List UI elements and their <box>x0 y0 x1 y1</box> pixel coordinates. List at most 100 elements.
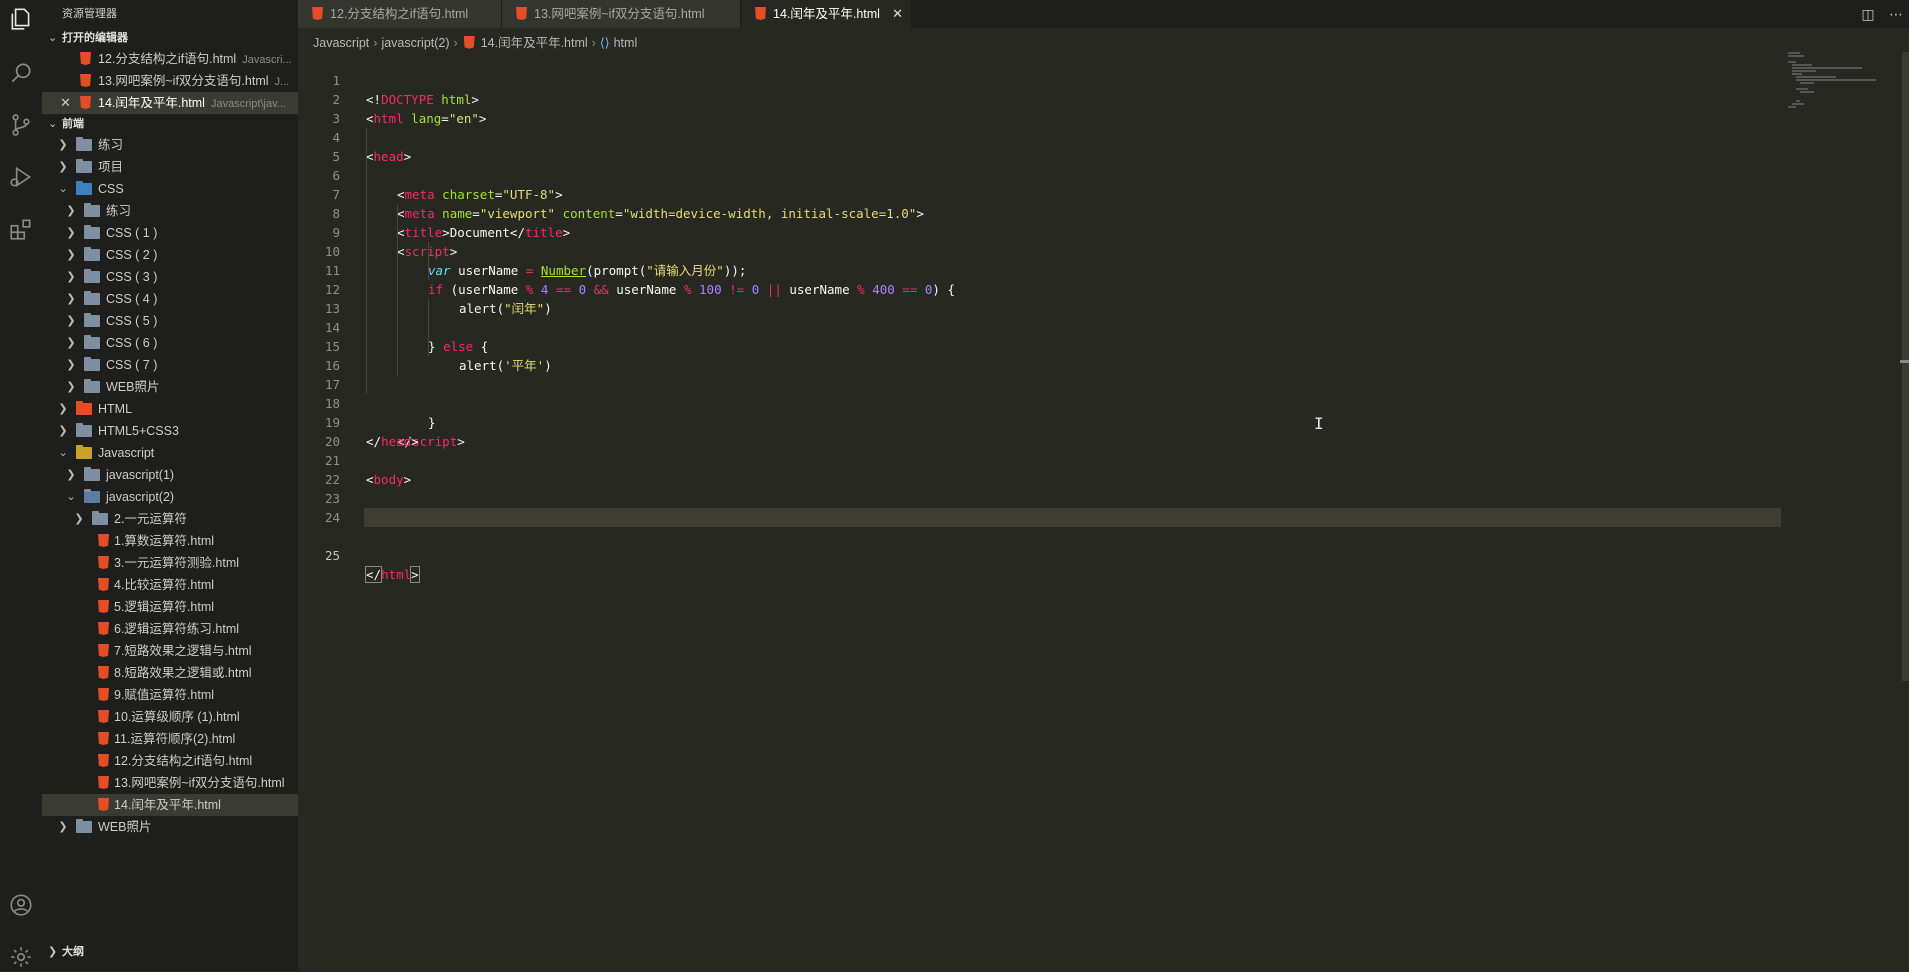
chevron-right-icon: ❯ <box>58 161 68 173</box>
tree-folder[interactable]: ⌄ CSS <box>42 178 298 200</box>
code-token: } <box>428 415 436 430</box>
tree-file[interactable]: 12.分支结构之if语句.html <box>42 750 298 772</box>
tree-file[interactable]: 9.赋值运算符.html <box>42 684 298 706</box>
tree-folder[interactable]: ❯ CSS ( 2 ) <box>42 244 298 266</box>
tree-folder[interactable]: ❯ CSS ( 1 ) <box>42 222 298 244</box>
tree-label: CSS ( 5 ) <box>106 314 158 328</box>
chevron-right-icon: ❯ <box>66 271 76 283</box>
tree-label: 9.赋值运算符.html <box>114 688 215 702</box>
code-token: > <box>916 206 924 221</box>
open-editor-item-active[interactable]: ✕ 14.闰年及平年.html Javascript\jav... <box>42 92 298 114</box>
tree-file-active[interactable]: 14.闰年及平年.html <box>42 794 298 816</box>
code-token: "en" <box>448 111 479 126</box>
tree-folder[interactable]: ❯ 练习 <box>42 134 298 156</box>
tree-file[interactable]: 7.短路效果之逻辑与.html <box>42 640 298 662</box>
text-cursor-icon: I <box>1314 414 1324 433</box>
run-debug-icon[interactable] <box>6 162 36 192</box>
tree-folder[interactable]: ❯ 2.一元运算符 <box>42 508 298 530</box>
open-editor-item[interactable]: 13.网吧案例~if双分支语句.html J... <box>42 70 298 92</box>
breadcrumb-item[interactable]: Javascript <box>313 33 369 53</box>
code-line: 21 <body> <box>298 432 411 487</box>
tree-file[interactable]: 1.算数运算符.html <box>42 530 298 552</box>
code-line: 14 alert('平年') <box>298 299 552 373</box>
tree-label: HTML5+CSS3 <box>98 424 179 438</box>
tree-file[interactable]: 3.一元运算符测验.html <box>42 552 298 574</box>
code-token: 400 <box>872 282 895 297</box>
close-tab-icon[interactable]: ✕ <box>892 0 903 28</box>
code-token: 100 <box>699 282 722 297</box>
tree-label: WEB照片 <box>98 820 152 834</box>
tree-label: CSS ( 3 ) <box>106 270 158 284</box>
tab-editor[interactable]: 13.网吧案例~if双分支语句.html <box>502 0 741 28</box>
minimap[interactable] <box>1786 52 1906 112</box>
breadcrumb-item[interactable]: 14.闰年及平年.html <box>481 33 588 53</box>
code-token: > <box>562 225 571 240</box>
tab-editor-active[interactable]: 14.闰年及平年.html ✕ <box>741 0 912 28</box>
folder-icon <box>84 269 100 283</box>
tree-folder[interactable]: ⌄ Javascript <box>42 442 298 464</box>
source-control-icon[interactable] <box>6 110 36 140</box>
outline-header[interactable]: ❯ 大纲 <box>42 942 298 962</box>
search-icon[interactable] <box>6 58 36 88</box>
tree-file[interactable]: 11.运算符顺序(2).html <box>42 728 298 750</box>
tree-file[interactable]: 8.短路效果之逻辑或.html <box>42 662 298 684</box>
breadcrumb-item[interactable]: html <box>614 33 638 53</box>
code-line: 15 <box>298 318 429 354</box>
chevron-down-icon: ⌄ <box>58 447 68 459</box>
chevron-right-icon: › <box>591 35 596 50</box>
tree-file[interactable]: 5.逻辑运算符.html <box>42 596 298 618</box>
code-token: userName <box>781 282 858 297</box>
code-line: 4 <head> <box>298 109 411 164</box>
folder-open-icon <box>84 489 100 503</box>
split-editor-icon[interactable]: ◫ <box>1858 4 1878 24</box>
tree-folder[interactable]: ❯ HTML <box>42 398 298 420</box>
code-token: title <box>404 225 443 240</box>
tree-file[interactable]: 6.逻辑运算符练习.html <box>42 618 298 640</box>
chevron-right-icon: ❯ <box>66 359 76 371</box>
chevron-down-icon: ⌄ <box>48 118 58 130</box>
tree-folder[interactable]: ❯ CSS ( 3 ) <box>42 266 298 288</box>
extensions-icon[interactable] <box>6 214 36 244</box>
settings-gear-icon[interactable] <box>6 942 36 972</box>
breadcrumb-item[interactable]: javascript(2) <box>381 33 449 53</box>
code-editor[interactable]: 1 <!DOCTYPE html> 2 <html lang="en"> 3 4… <box>298 52 1781 971</box>
tree-file[interactable]: 4.比较运算符.html <box>42 574 298 596</box>
tab-editor[interactable]: 12.分支结构之if语句.html <box>298 0 502 28</box>
tree-folder[interactable]: ❯ 项目 <box>42 156 298 178</box>
tree-folder[interactable]: ❯ HTML5+CSS3 <box>42 420 298 442</box>
workspace-header[interactable]: ⌄ 前端 <box>42 114 298 134</box>
tree-folder[interactable]: ❯ WEB照片 <box>42 816 298 838</box>
account-icon[interactable] <box>6 890 36 920</box>
tree-folder[interactable]: ❯ WEB照片 <box>42 376 298 398</box>
tree-folder[interactable]: ❯ javascript(1) <box>42 464 298 486</box>
code-token: html <box>381 567 412 582</box>
code-token: "viewport" <box>479 206 556 221</box>
html-file-icon <box>96 798 112 811</box>
tree-folder[interactable]: ❯ CSS ( 4 ) <box>42 288 298 310</box>
tree-label: HTML <box>98 402 133 416</box>
folder-icon <box>84 203 100 217</box>
html-file-icon <box>96 688 112 701</box>
open-editor-item[interactable]: 12.分支结构之if语句.html Javascri... <box>42 48 298 70</box>
tree-file[interactable]: 13.网吧案例~if双分支语句.html <box>42 772 298 794</box>
tree-folder[interactable]: ❯ 练习 <box>42 200 298 222</box>
close-editor-icon[interactable]: ✕ <box>60 92 71 114</box>
tree-folder[interactable]: ❯ CSS ( 7 ) <box>42 354 298 376</box>
explorer-icon[interactable] <box>6 4 36 34</box>
activity-bar <box>0 0 42 971</box>
code-token: > <box>403 472 412 487</box>
tree-file[interactable]: 10.运算级顺序 (1).html <box>42 706 298 728</box>
code-token: && <box>593 282 609 297</box>
html-file-icon <box>312 7 323 20</box>
more-actions-icon[interactable]: ⋯ <box>1886 4 1906 24</box>
chevron-right-icon: ❯ <box>66 337 76 349</box>
code-line: 18 </script> <box>298 375 465 449</box>
tree-folder[interactable]: ⌄ javascript(2) <box>42 486 298 508</box>
open-editors-header[interactable]: ⌄ 打开的编辑器 <box>42 28 298 48</box>
tree-folder[interactable]: ❯ CSS ( 5 ) <box>42 310 298 332</box>
code-line: 2 <html lang="en"> <box>298 71 486 126</box>
code-line: 10 if (userName % 4 == 0 && userName % 1… <box>298 223 955 297</box>
tree-folder[interactable]: ❯ CSS ( 6 ) <box>42 332 298 354</box>
code-line: 19 </head> <box>298 394 419 449</box>
vertical-scrollbar[interactable] <box>1902 52 1909 681</box>
